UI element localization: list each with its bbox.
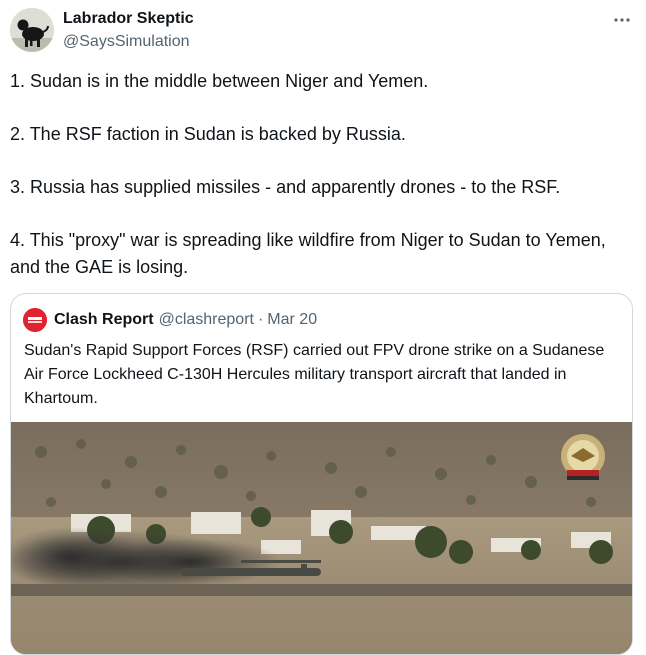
quoted-author-name[interactable]: Clash Report [54,311,154,329]
quoted-tweet-card[interactable]: Clash Report @clashreport · Mar 20 Sudan… [10,293,633,655]
quoted-tweet-date[interactable]: Mar 20 [267,311,317,329]
author-name[interactable]: Labrador Skeptic [63,10,194,28]
author-handle[interactable]: @SaysSimulation [63,33,190,51]
tweet-paragraph: 4. This "proxy" war is spreading like wi… [10,230,606,277]
quoted-tweet-header: Clash Report @clashreport · Mar 20 [23,308,317,332]
clash-report-logo-icon[interactable] [23,308,47,332]
tweet-paragraph: 3. Russia has supplied missiles - and ap… [10,177,561,197]
dog-avatar-image [10,8,54,52]
separator-dot: · [257,311,264,328]
video-thumbnail[interactable] [11,422,632,654]
sudan-air-force-emblem-icon [561,434,605,480]
more-icon[interactable] [612,10,632,30]
tweet-paragraph: 2. The RSF faction in Sudan is backed by… [10,124,406,144]
tweet-text: 1. Sudan is in the middle between Niger … [10,68,630,307]
tweet-paragraph: 1. Sudan is in the middle between Niger … [10,71,429,91]
quoted-tweet-text: Sudan's Rapid Support Forces (RSF) carri… [24,342,605,407]
avatar[interactable] [10,8,54,52]
aircraft-strike-scene-image [11,422,632,654]
quoted-author-handle[interactable]: @clashreport [159,311,254,329]
